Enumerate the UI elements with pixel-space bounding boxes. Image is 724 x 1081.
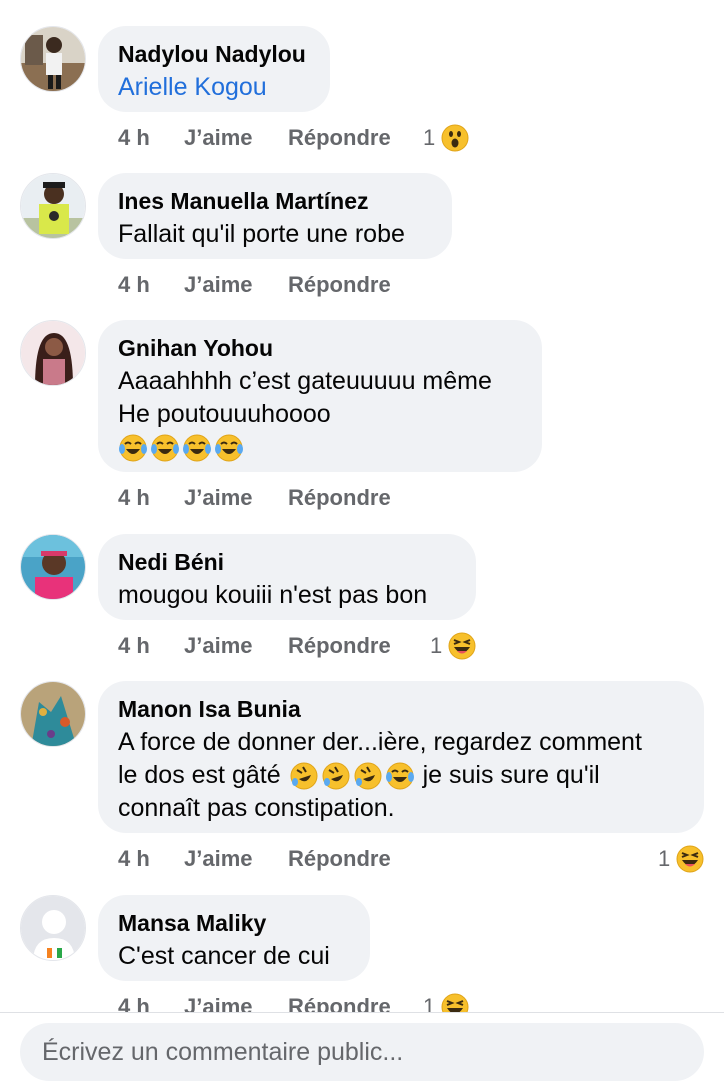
like-button[interactable]: J’aime <box>184 125 288 151</box>
tears-of-joy-icon <box>119 434 147 461</box>
comment-input[interactable]: Écrivez un commentaire public... <box>20 1023 704 1081</box>
comment-bubble: Nadylou Nadylou Arielle Kogou <box>98 26 330 112</box>
like-button[interactable]: J’aime <box>184 633 288 659</box>
comment-text-fragment: je suis sure qu'il <box>422 761 600 789</box>
emoji-row <box>118 431 522 464</box>
avatar[interactable] <box>20 895 86 961</box>
comment-author[interactable]: Mansa Maliky <box>118 909 350 937</box>
reaction-count: 1 <box>423 994 436 1012</box>
reply-button[interactable]: Répondre <box>288 485 391 511</box>
comment-text-fragment: le dos est gâté <box>118 761 281 789</box>
comment-actions: 4 h J’aime Répondre <box>118 843 391 875</box>
comment-author[interactable]: Nedi Béni <box>118 548 456 576</box>
avatar[interactable] <box>20 320 86 386</box>
avatar[interactable] <box>20 681 86 747</box>
comment-text: Fallait qu'il porte une robe <box>118 220 405 248</box>
tears-of-joy-icon <box>385 762 414 789</box>
haha-icon <box>441 993 469 1012</box>
emoji-group <box>289 761 417 791</box>
reaction-count: 1 <box>430 633 443 658</box>
comment-text: A force de donner der...ière, regardez c… <box>118 726 684 825</box>
avatar[interactable] <box>20 173 86 239</box>
tears-of-joy-icon <box>151 434 179 461</box>
comment-bubble: Ines Manuella Martínez Fallait qu'il por… <box>98 173 452 259</box>
reaction-summary[interactable]: 1 <box>430 630 476 662</box>
comment-mention[interactable]: Arielle Kogou <box>118 71 310 104</box>
comment-actions: 4 h J’aime Répondre <box>118 482 391 514</box>
comment-bubble: Nedi Béni mougou kouiii n'est pas bon <box>98 534 476 620</box>
rofl-icon <box>322 762 350 789</box>
comment-author[interactable]: Gnihan Yohou <box>118 334 522 362</box>
like-button[interactable]: J’aime <box>184 994 288 1012</box>
like-button[interactable]: J’aime <box>184 485 288 511</box>
reply-button[interactable]: Répondre <box>288 633 391 659</box>
comment-text: C'est cancer de cui <box>118 942 330 970</box>
comment-time[interactable]: 4 h <box>118 272 184 298</box>
comment-author[interactable]: Nadylou Nadylou <box>118 40 310 68</box>
comment-time[interactable]: 4 h <box>118 633 184 659</box>
rofl-icon <box>290 762 318 789</box>
reply-button[interactable]: Répondre <box>288 272 391 298</box>
comment-actions: 4 h J’aime Répondre <box>118 630 391 662</box>
avatar[interactable] <box>20 26 86 92</box>
comment-time[interactable]: 4 h <box>118 485 184 511</box>
haha-icon <box>676 845 704 873</box>
comment-author[interactable]: Ines Manuella Martínez <box>118 187 432 215</box>
tears-of-joy-icon <box>183 434 211 461</box>
reply-button[interactable]: Répondre <box>288 846 391 872</box>
reaction-summary[interactable]: 1 <box>423 991 469 1012</box>
reaction-summary[interactable]: 1 <box>658 843 704 875</box>
comment-text-line: Aaaahhhh c’est gateuuuuu même <box>118 367 492 395</box>
reply-button[interactable]: Répondre <box>288 125 391 151</box>
reaction-count: 1 <box>658 846 671 871</box>
comment-text-line: le dos est gâté je suis sure qu'il <box>118 759 684 792</box>
comment-bubble: Mansa Maliky C'est cancer de cui <box>98 895 370 981</box>
avatar[interactable] <box>20 534 86 600</box>
rofl-icon <box>354 762 382 789</box>
comment-actions: 4 h J’aime Répondre <box>118 991 391 1012</box>
tears-of-joy-icon <box>215 434 243 461</box>
wow-icon <box>441 124 469 152</box>
comment-text: mougou kouiii n'est pas bon <box>118 581 428 609</box>
comment-text-line: A force de donner der...ière, regardez c… <box>118 728 642 756</box>
comment-time[interactable]: 4 h <box>118 846 184 872</box>
comment-composer: Écrivez un commentaire public... <box>0 1012 724 1081</box>
reaction-summary[interactable]: 1 <box>423 122 469 154</box>
like-button[interactable]: J’aime <box>184 846 288 872</box>
reaction-count: 1 <box>423 125 436 150</box>
haha-icon <box>448 632 476 660</box>
comment-text-line: connaît pas constipation. <box>118 794 395 822</box>
comment-actions: 4 h J’aime Répondre <box>118 122 391 154</box>
reply-button[interactable]: Répondre <box>288 994 391 1012</box>
comment-author[interactable]: Manon Isa Bunia <box>118 695 684 723</box>
comment-text: Aaaahhhh c’est gateuuuuu même He poutouu… <box>118 365 522 464</box>
like-button[interactable]: J’aime <box>184 272 288 298</box>
comments-list: Nadylou Nadylou Arielle Kogou 4 h J’aime… <box>0 0 724 1012</box>
comment-time[interactable]: 4 h <box>118 994 184 1012</box>
comment-actions: 4 h J’aime Répondre <box>118 269 391 301</box>
comment-bubble: Manon Isa Bunia A force de donner der...… <box>98 681 704 833</box>
comment-time[interactable]: 4 h <box>118 125 184 151</box>
comment-bubble: Gnihan Yohou Aaaahhhh c’est gateuuuuu mê… <box>98 320 542 472</box>
comment-text-line: He poutouuuhoooo <box>118 400 331 428</box>
